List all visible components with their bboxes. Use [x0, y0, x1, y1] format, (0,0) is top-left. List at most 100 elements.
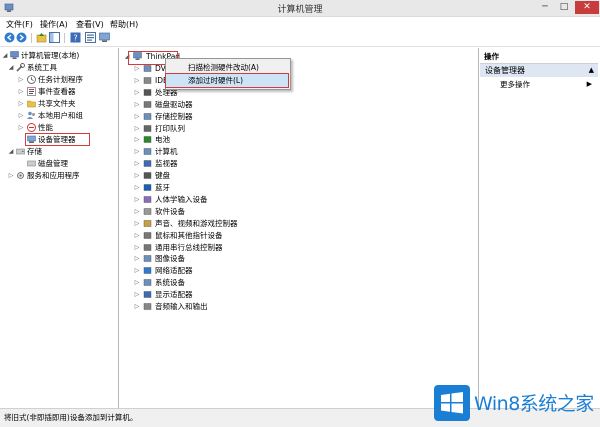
device-category-icon — [143, 160, 152, 167]
event-log-icon — [27, 87, 36, 96]
more-actions-label: 更多操作 — [500, 80, 530, 89]
expand-arrow-icon[interactable]: ▷ — [134, 158, 140, 169]
help-icon[interactable]: ? — [70, 32, 81, 43]
device-category-icon — [143, 172, 152, 179]
tree-item-label: 磁盘管理 — [38, 159, 68, 168]
services-icon — [17, 172, 24, 179]
tree-item-label: 性能 — [38, 123, 53, 132]
tree-item-device-manager[interactable]: 设备管理器 — [25, 133, 90, 146]
collapse-arrow-icon[interactable]: ◢ — [8, 62, 14, 73]
device-manager-icon — [27, 135, 36, 143]
device-category-label: 打印队列 — [155, 123, 185, 133]
tree-system-tools-label: 系统工具 — [27, 63, 57, 72]
collapse-up-icon[interactable]: ▲ — [589, 64, 594, 77]
device-category-label: 存储控制器 — [155, 111, 193, 121]
expand-arrow-icon[interactable]: ▷ — [18, 74, 24, 85]
back-icon[interactable] — [4, 32, 15, 43]
actions-more-actions[interactable]: 更多操作 ▶ — [480, 79, 598, 90]
watermark-text: Win8系统之家 — [474, 393, 594, 415]
device-category-label: 软件设备 — [155, 206, 185, 216]
menu-item-label: 添加过时硬件(L) — [188, 76, 244, 85]
device-category-label: 键盘 — [155, 171, 170, 181]
device-category-label: 音频输入和输出 — [155, 302, 208, 311]
menu-file[interactable]: 文件(F) — [6, 19, 33, 30]
expand-arrow-icon[interactable]: ▷ — [134, 99, 140, 110]
maximize-button[interactable]: □ — [555, 1, 573, 14]
tree-item-label: 共享文件夹 — [38, 99, 76, 108]
device-category-icon — [143, 303, 152, 310]
expand-arrow-icon[interactable]: ▷ — [18, 86, 24, 97]
console-tree-pane: ◢ 计算机管理(本地) ◢ 系统工具 ▷ 任务计划程序 ▷ 事件查看器 ▷ 共享… — [2, 48, 119, 408]
device-category-label: 系统设备 — [155, 278, 185, 288]
device-category-icon — [143, 89, 152, 96]
device-category-label: 计算机 — [155, 147, 178, 157]
tree-item-label: 设备管理器 — [38, 135, 76, 144]
expand-arrow-icon[interactable]: ▷ — [134, 87, 140, 98]
device-tree-pane: ◢ ThinkPad ▷ DV ▷ IDE ▷ 处理器 ▷ 磁盘驱动器 ▷ 存储控制器 ▷ 打印队列 ▷… — [120, 48, 479, 408]
expand-arrow-icon[interactable]: ▷ — [134, 253, 140, 264]
expand-arrow-icon[interactable]: ▷ — [134, 146, 140, 157]
expand-arrow-icon[interactable]: ▷ — [18, 98, 24, 109]
device-category-icon — [143, 267, 152, 274]
disk-icon — [27, 160, 36, 167]
storage-icon — [16, 148, 25, 155]
actions-header-label: 操作 — [484, 52, 499, 61]
menu-help[interactable]: 帮助(H) — [110, 19, 138, 30]
device-category-icon — [143, 279, 152, 286]
tree-storage-label: 存储 — [27, 147, 42, 156]
expand-arrow-icon[interactable]: ▷ — [134, 194, 140, 205]
computer-management-window: 计算机管理 ─ □ ✕ 文件(F) 操作(A) 查看(V) 帮助(H) ? ◢ … — [0, 0, 600, 427]
expand-arrow-icon[interactable]: ▷ — [134, 289, 140, 300]
device-category-icon — [143, 219, 152, 227]
menu-view[interactable]: 查看(V) — [76, 19, 104, 30]
expand-arrow-icon[interactable]: ▷ — [134, 206, 140, 217]
svg-text:?: ? — [73, 34, 77, 43]
menu-item-label: 扫描检测硬件改动(A) — [188, 63, 259, 72]
shared-folder-icon — [27, 100, 36, 108]
up-icon[interactable] — [36, 32, 47, 43]
expand-arrow-icon[interactable]: ▷ — [134, 265, 140, 276]
collapse-arrow-icon[interactable]: ◢ — [2, 50, 8, 61]
expand-arrow-icon[interactable]: ▷ — [18, 122, 24, 133]
expand-arrow-icon[interactable]: ▷ — [134, 301, 140, 312]
minimize-button[interactable]: ─ — [536, 1, 554, 14]
expand-arrow-icon[interactable]: ▷ — [18, 110, 24, 121]
expand-arrow-icon[interactable]: ▷ — [134, 182, 140, 193]
device-category-label: 蓝牙 — [155, 183, 170, 192]
expand-arrow-icon[interactable]: ▷ — [134, 75, 140, 86]
expand-arrow-icon[interactable]: ▷ — [134, 230, 140, 241]
expand-arrow-icon[interactable]: ▷ — [8, 170, 14, 181]
toolbar-separator — [64, 33, 65, 43]
collapse-arrow-icon[interactable]: ◢ — [8, 146, 14, 157]
tree-item-label: 事件查看器 — [38, 87, 76, 96]
menu-action[interactable]: 操作(A) — [40, 19, 68, 30]
device-category-label: 监视器 — [155, 159, 178, 169]
expand-arrow-icon[interactable]: ▷ — [134, 242, 140, 253]
menu-add-legacy-hardware[interactable]: 添加过时硬件(L) — [165, 73, 289, 88]
submenu-arrow-icon: ▶ — [586, 80, 592, 88]
expand-arrow-icon[interactable]: ▷ — [134, 277, 140, 288]
show-hide-tree-icon[interactable] — [49, 32, 60, 43]
tree-item-label: 本地用户和组 — [38, 111, 83, 120]
title-bar: 计算机管理 ─ □ ✕ — [0, 0, 600, 17]
forward-icon[interactable] — [16, 32, 27, 43]
properties-icon[interactable] — [85, 32, 96, 43]
close-button[interactable]: ✕ — [575, 1, 599, 14]
expand-arrow-icon[interactable]: ▷ — [134, 123, 140, 134]
expand-arrow-icon[interactable]: ▷ — [134, 111, 140, 122]
expand-arrow-icon[interactable]: ▷ — [134, 134, 140, 145]
menu-scan-hardware-changes[interactable]: 扫描检测硬件改动(A) — [166, 61, 288, 74]
console-icon[interactable] — [99, 32, 110, 43]
device-category-label: 人体学输入设备 — [155, 194, 208, 204]
device-category-icon — [143, 148, 152, 155]
actions-section-device-manager[interactable]: 设备管理器 ▲ — [480, 64, 598, 77]
device-category-icon — [143, 255, 152, 263]
actions-pane: 操作 设备管理器 ▲ 更多操作 ▶ — [480, 48, 598, 408]
device-category-icon — [143, 196, 152, 203]
expand-arrow-icon[interactable]: ▷ — [134, 63, 140, 74]
expand-arrow-icon[interactable]: ▷ — [134, 218, 140, 229]
device-category-icon — [143, 112, 152, 120]
device-category-label: 鼠标和其他指针设备 — [155, 230, 223, 240]
device-category-icon — [143, 100, 152, 108]
expand-arrow-icon[interactable]: ▷ — [134, 170, 140, 181]
